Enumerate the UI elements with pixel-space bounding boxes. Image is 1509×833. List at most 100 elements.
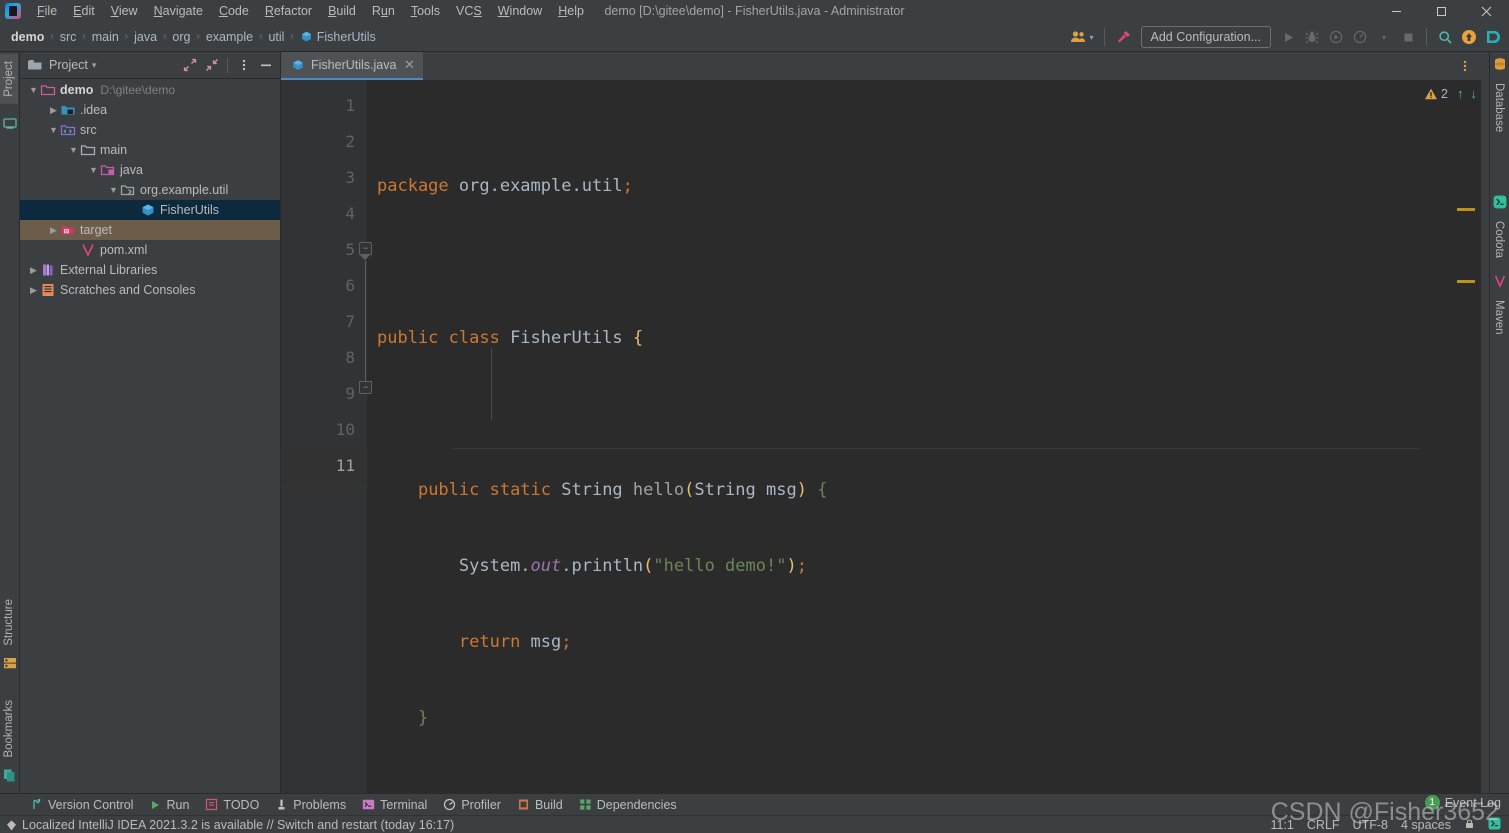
breadcrumb-item-java[interactable]: java bbox=[131, 28, 160, 46]
breadcrumb-item-main[interactable]: main bbox=[89, 28, 122, 46]
chevron-down-icon[interactable]: ▼ bbox=[47, 120, 60, 140]
menu-view[interactable]: View bbox=[103, 0, 146, 22]
menu-tools[interactable]: Tools bbox=[403, 0, 448, 22]
tab-fisherutils-java[interactable]: FisherUtils.java ✕ bbox=[281, 52, 423, 80]
menu-build[interactable]: Build bbox=[320, 0, 364, 22]
code-editor[interactable]: 1 2 3 4 5 6 7 8 9 10 11 − − packa bbox=[281, 80, 1481, 793]
chevron-right-icon[interactable]: ▶ bbox=[27, 280, 40, 300]
run-icon[interactable] bbox=[1277, 25, 1299, 49]
tree-label: java bbox=[120, 163, 143, 177]
chevron-down-icon[interactable]: ▼ bbox=[107, 180, 120, 200]
next-problem-icon[interactable]: ↓ bbox=[1471, 86, 1478, 101]
chevron-down-icon[interactable]: ▼ bbox=[67, 140, 80, 160]
tool-window-terminal[interactable]: Terminal bbox=[354, 794, 435, 816]
profiler-icon[interactable] bbox=[1349, 25, 1371, 49]
codota-status-icon[interactable] bbox=[1488, 817, 1501, 833]
chevron-down-icon[interactable]: ▾ bbox=[92, 60, 97, 71]
editor-gutter[interactable]: 1 2 3 4 5 6 7 8 9 10 11 − − bbox=[281, 80, 367, 793]
codota-icon[interactable] bbox=[1493, 195, 1507, 214]
hammer-build-icon[interactable] bbox=[1112, 25, 1135, 49]
hide-panel-icon[interactable] bbox=[255, 55, 276, 76]
chevron-right-icon[interactable]: ▶ bbox=[27, 260, 40, 280]
tool-window-codota[interactable]: Codota bbox=[1490, 214, 1508, 265]
menu-help[interactable]: Help bbox=[550, 0, 592, 22]
tree-node-main[interactable]: ▼ main bbox=[20, 140, 280, 160]
add-configuration-button[interactable]: Add Configuration... bbox=[1141, 26, 1272, 48]
run-with-coverage-icon[interactable] bbox=[1325, 25, 1347, 49]
tree-node-java[interactable]: ▼ java bbox=[20, 160, 280, 180]
caret-position-widget[interactable]: 11:1 bbox=[1270, 818, 1293, 832]
codota-icon[interactable] bbox=[1482, 25, 1504, 49]
close-icon[interactable]: ✕ bbox=[402, 57, 416, 73]
tool-window-profiler[interactable]: Profiler bbox=[435, 794, 509, 816]
menu-navigate[interactable]: Navigate bbox=[146, 0, 211, 22]
breadcrumb-item-util[interactable]: util bbox=[265, 28, 287, 46]
tree-node-pomxml[interactable]: pom.xml bbox=[20, 240, 280, 260]
maximize-button[interactable] bbox=[1419, 0, 1464, 22]
stop-icon[interactable] bbox=[1397, 25, 1419, 49]
inspection-marker-bar[interactable]: 2 ↑ ↓ bbox=[1419, 80, 1481, 793]
line-separator-widget[interactable]: CRLF bbox=[1307, 818, 1340, 832]
menu-file[interactable]: File bbox=[29, 0, 65, 22]
tree-node-demo[interactable]: ▼ demo D:\gitee\demo bbox=[20, 80, 280, 100]
debug-icon[interactable] bbox=[1301, 25, 1323, 49]
chevron-right-icon[interactable]: ▶ bbox=[47, 220, 60, 240]
tree-node-external-libraries[interactable]: ▶ External Libraries bbox=[20, 260, 280, 280]
status-message[interactable]: Localized IntelliJ IDEA 2021.3.2 is avai… bbox=[22, 818, 454, 832]
indent-widget[interactable]: 4 spaces bbox=[1401, 818, 1451, 832]
tool-window-problems[interactable]: Problems bbox=[267, 794, 354, 816]
minimize-button[interactable] bbox=[1374, 0, 1419, 22]
tool-window-project[interactable]: Project bbox=[0, 54, 18, 104]
tool-window-version-control[interactable]: Version Control bbox=[22, 794, 141, 816]
previous-problem-icon[interactable]: ↑ bbox=[1457, 86, 1464, 101]
tree-node-src[interactable]: ▼ src bbox=[20, 120, 280, 140]
menu-code[interactable]: Code bbox=[211, 0, 257, 22]
tree-node-idea[interactable]: ▶ .idea bbox=[20, 100, 280, 120]
tool-window-run[interactable]: Run bbox=[141, 794, 197, 816]
menu-run[interactable]: Run bbox=[364, 0, 403, 22]
chevron-down-icon[interactable]: ▾ bbox=[1373, 25, 1395, 49]
tool-window-bookmarks[interactable]: Bookmarks bbox=[0, 693, 18, 765]
commit-icon[interactable] bbox=[3, 116, 17, 135]
chevron-down-icon[interactable]: ▼ bbox=[87, 160, 100, 180]
close-button[interactable] bbox=[1464, 0, 1509, 22]
breadcrumb-item-org[interactable]: org bbox=[169, 28, 193, 46]
lock-icon[interactable] bbox=[1464, 818, 1475, 832]
code-content[interactable]: package org.example.util; public class F… bbox=[367, 80, 1481, 793]
chevron-down-icon[interactable]: ▼ bbox=[27, 80, 40, 100]
breadcrumb-item-src[interactable]: src bbox=[57, 28, 80, 46]
collapse-all-icon[interactable] bbox=[201, 55, 222, 76]
breadcrumb-item-example[interactable]: example bbox=[203, 28, 256, 46]
tool-window-build[interactable]: Build bbox=[509, 794, 571, 816]
tree-node-fisherutils[interactable]: FisherUtils bbox=[20, 200, 280, 220]
menu-window[interactable]: Window bbox=[490, 0, 550, 22]
menu-vcs[interactable]: VCS bbox=[448, 0, 490, 22]
encoding-widget[interactable]: UTF-8 bbox=[1353, 818, 1388, 832]
tree-node-package[interactable]: ▼ org.example.util bbox=[20, 180, 280, 200]
tree-node-scratches[interactable]: ▶ Scratches and Consoles bbox=[20, 280, 280, 300]
update-project-icon[interactable] bbox=[1458, 25, 1480, 49]
expand-all-icon[interactable] bbox=[179, 55, 200, 76]
tool-window-database[interactable]: Database bbox=[1490, 76, 1508, 139]
breadcrumb-item-fisherutils[interactable]: FisherUtils bbox=[297, 28, 379, 46]
database-icon[interactable] bbox=[1493, 57, 1507, 76]
tool-window-maven[interactable]: Maven bbox=[1490, 293, 1508, 342]
inspection-summary[interactable]: 2 ↑ ↓ bbox=[1419, 80, 1481, 101]
tool-window-dependencies[interactable]: Dependencies bbox=[571, 794, 685, 816]
event-log-button[interactable]: 1 Event Log bbox=[1425, 795, 1501, 810]
tree-node-target[interactable]: ▶ target bbox=[20, 220, 280, 240]
tool-window-todo[interactable]: TODO bbox=[197, 794, 267, 816]
menu-edit[interactable]: Edit bbox=[65, 0, 103, 22]
search-everywhere-icon[interactable] bbox=[1434, 25, 1456, 49]
warning-marker-stripe[interactable] bbox=[1457, 280, 1475, 283]
menu-refactor[interactable]: Refactor bbox=[257, 0, 320, 22]
options-menu-icon[interactable] bbox=[1454, 56, 1475, 77]
people-icon[interactable]: ▾ bbox=[1067, 25, 1096, 49]
chevron-right-icon[interactable]: ▶ bbox=[47, 100, 60, 120]
options-menu-icon[interactable] bbox=[233, 55, 254, 76]
tool-window-structure[interactable]: Structure bbox=[0, 592, 18, 653]
maven-icon[interactable] bbox=[1493, 274, 1507, 293]
warning-marker-stripe[interactable] bbox=[1457, 208, 1475, 211]
breadcrumb-item-demo[interactable]: demo bbox=[8, 28, 47, 46]
profiler-icon bbox=[443, 798, 456, 811]
